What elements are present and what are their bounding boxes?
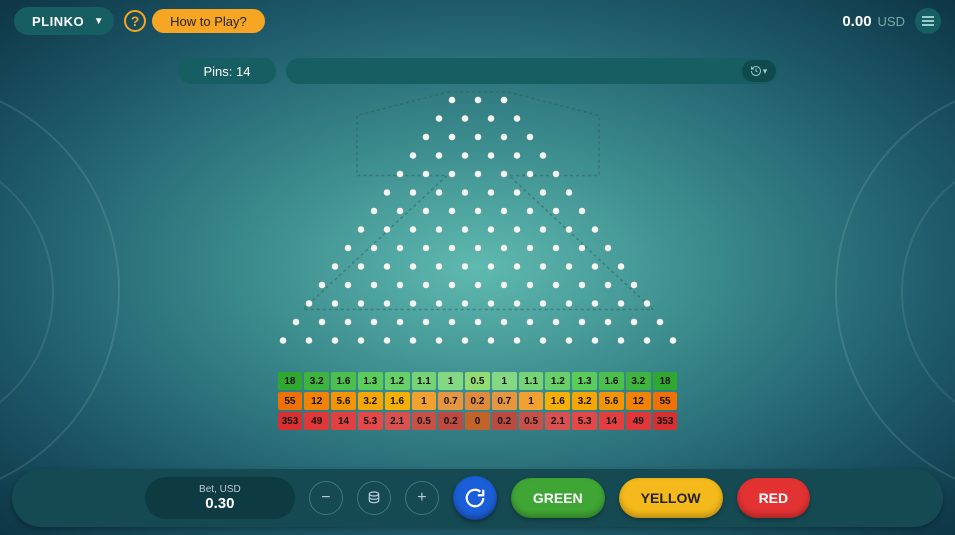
help-icon[interactable]: ? [124, 10, 146, 32]
drop-green-button[interactable]: GREEN [511, 478, 605, 518]
game-name: PLINKO [32, 14, 84, 29]
bet-stack-button[interactable] [357, 481, 391, 515]
history-bar: ▾ [286, 58, 777, 84]
yellow-slot: 1 [519, 392, 544, 410]
history-toggle-button[interactable]: ▾ [742, 60, 776, 82]
red-slot: 0 [465, 412, 490, 430]
red-slot: 49 [304, 412, 329, 430]
pins-grid [278, 88, 678, 368]
red-slot: 14 [599, 412, 624, 430]
refresh-play-icon [464, 487, 486, 509]
red-slot: 2.1 [385, 412, 410, 430]
bet-label: Bet, USD [199, 484, 241, 495]
yellow-slot: 1.6 [545, 392, 570, 410]
red-slot: 0.2 [438, 412, 463, 430]
history-icon [750, 65, 762, 77]
green-slot: 1.1 [519, 372, 544, 390]
bet-decrease-button[interactable]: − [309, 481, 343, 515]
bet-increase-button[interactable]: + [405, 481, 439, 515]
red-slot: 5.3 [572, 412, 597, 430]
red-slot: 353 [653, 412, 678, 430]
green-slot: 1.6 [331, 372, 356, 390]
chevron-down-icon: ▾ [763, 66, 768, 77]
yellow-slot: 3.2 [358, 392, 383, 410]
yellow-slot: 1.6 [385, 392, 410, 410]
green-slot: 3.2 [304, 372, 329, 390]
plinko-board: 183.21.61.31.21.110.511.11.21.31.63.218 … [278, 88, 678, 430]
red-slot: 5.3 [358, 412, 383, 430]
yellow-slot: 55 [278, 392, 303, 410]
balance-currency: USD [878, 14, 905, 29]
green-slot: 1 [438, 372, 463, 390]
green-slot: 3.2 [626, 372, 651, 390]
decorative-arc-right [835, 80, 955, 500]
top-bar: PLINKO ▼ ? How to Play? 0.00 USD [0, 0, 955, 42]
sub-bar: Pins: 14 ▾ [178, 58, 778, 84]
red-slot: 14 [331, 412, 356, 430]
bet-amount: 0.30 [205, 495, 234, 512]
green-slot: 1.2 [545, 372, 570, 390]
pins-selector[interactable]: Pins: 14 [178, 58, 277, 84]
yellow-row: 55125.63.21.610.70.20.711.63.25.61255 [278, 392, 678, 410]
decorative-arc-left [0, 80, 120, 500]
yellow-slot: 0.7 [438, 392, 463, 410]
yellow-slot: 12 [304, 392, 329, 410]
yellow-slot: 55 [653, 392, 678, 410]
red-slot: 2.1 [545, 412, 570, 430]
game-select-dropdown[interactable]: PLINKO ▼ [14, 7, 114, 35]
play-button[interactable] [453, 476, 497, 520]
green-slot: 1.2 [385, 372, 410, 390]
green-slot: 18 [278, 372, 303, 390]
green-slot: 1.1 [412, 372, 437, 390]
drop-yellow-button[interactable]: YELLOW [619, 478, 723, 518]
how-to-play-button[interactable]: How to Play? [152, 9, 265, 33]
multiplier-slots: 183.21.61.31.21.110.511.11.21.31.63.218 … [278, 372, 678, 430]
chevron-down-icon: ▼ [94, 16, 104, 27]
hamburger-icon [922, 20, 934, 22]
bet-display[interactable]: Bet, USD 0.30 [145, 477, 295, 519]
yellow-slot: 5.6 [599, 392, 624, 410]
green-slot: 1.3 [358, 372, 383, 390]
balance-amount: 0.00 [842, 13, 871, 30]
green-slot: 1 [492, 372, 517, 390]
red-slot: 353 [278, 412, 303, 430]
bottom-panel: Bet, USD 0.30 − + GREEN YELLOW RED [12, 469, 943, 527]
drop-red-button[interactable]: RED [737, 478, 811, 518]
green-slot: 18 [653, 372, 678, 390]
yellow-slot: 3.2 [572, 392, 597, 410]
menu-button[interactable] [915, 8, 941, 34]
red-slot: 0.5 [412, 412, 437, 430]
red-row: 35349145.32.10.50.200.20.52.15.31449353 [278, 412, 678, 430]
red-slot: 0.5 [519, 412, 544, 430]
coin-stack-icon [366, 490, 382, 506]
green-slot: 0.5 [465, 372, 490, 390]
yellow-slot: 12 [626, 392, 651, 410]
yellow-slot: 1 [412, 392, 437, 410]
green-slot: 1.3 [572, 372, 597, 390]
red-slot: 0.2 [492, 412, 517, 430]
green-slot: 1.6 [599, 372, 624, 390]
yellow-slot: 0.2 [465, 392, 490, 410]
green-row: 183.21.61.31.21.110.511.11.21.31.63.218 [278, 372, 678, 390]
balance-display: 0.00 USD [842, 13, 905, 30]
yellow-slot: 5.6 [331, 392, 356, 410]
yellow-slot: 0.7 [492, 392, 517, 410]
red-slot: 49 [626, 412, 651, 430]
